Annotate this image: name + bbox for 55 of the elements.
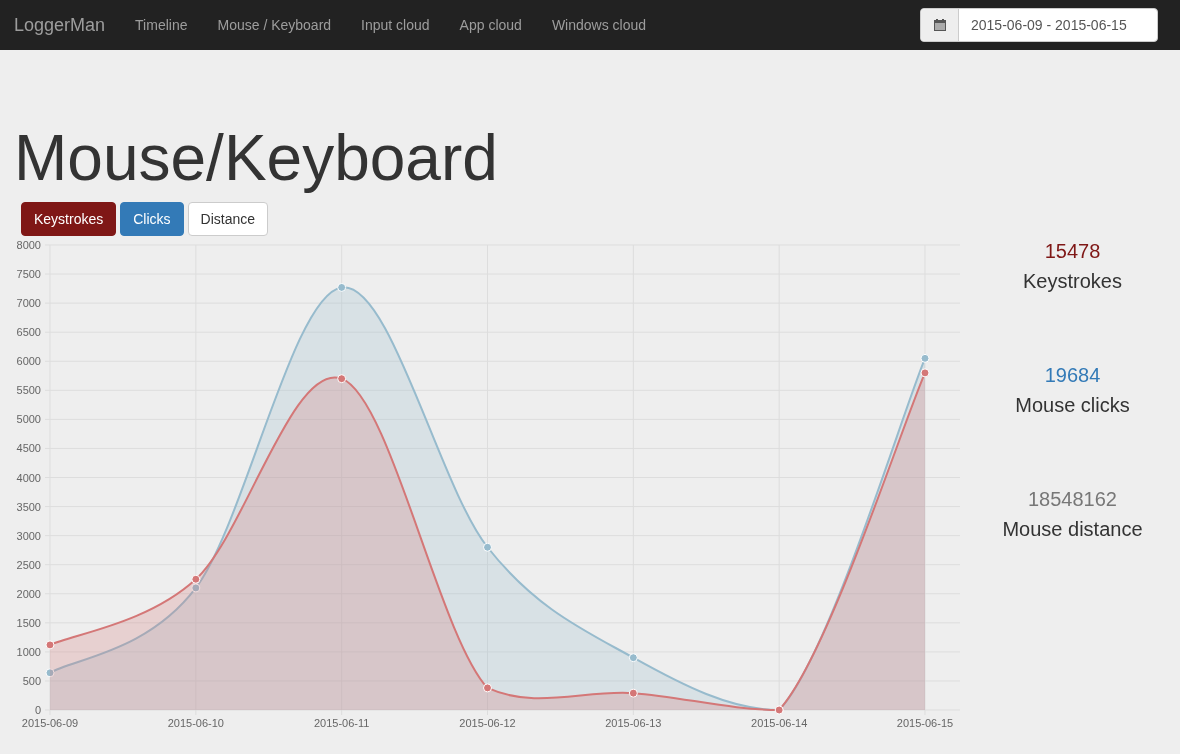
y-tick-label: 500 bbox=[22, 674, 41, 687]
y-tick-label: 6500 bbox=[16, 326, 41, 339]
y-tick-label: 0 bbox=[34, 704, 41, 716]
y-tick-label: 7000 bbox=[16, 297, 41, 310]
nav-link[interactable]: Mouse / Keyboard bbox=[202, 14, 347, 36]
y-tick-label: 4000 bbox=[16, 471, 41, 484]
stat-label: Mouse distance bbox=[1002, 517, 1143, 542]
toggle-button[interactable]: Clicks bbox=[120, 202, 184, 236]
y-tick-label: 2500 bbox=[16, 558, 41, 571]
date-range-field[interactable]: 2015-06-09 - 2015-06-15 bbox=[959, 9, 1157, 41]
y-tick-label: 3000 bbox=[16, 529, 41, 542]
data-point bbox=[483, 542, 492, 552]
data-point bbox=[45, 640, 55, 650]
data-point bbox=[628, 688, 638, 698]
y-tick-label: 3500 bbox=[16, 500, 41, 513]
stat-label: Mouse clicks bbox=[1015, 393, 1130, 418]
data-point bbox=[191, 574, 201, 584]
page-title: Mouse/Keyboard bbox=[14, 121, 499, 196]
x-tick-label: 2015-06-15 bbox=[896, 717, 954, 729]
data-point bbox=[45, 668, 55, 678]
x-tick-label: 2015-06-11 bbox=[313, 717, 370, 729]
y-tick-label: 5500 bbox=[16, 384, 41, 397]
date-range-picker[interactable]: 2015-06-09 - 2015-06-15 bbox=[920, 8, 1158, 42]
data-point bbox=[628, 653, 638, 663]
nav-link[interactable]: App cloud bbox=[444, 14, 537, 36]
nav-link[interactable]: Input cloud bbox=[346, 14, 445, 36]
toggle-button[interactable]: Keystrokes bbox=[21, 202, 117, 236]
stat-value: 19684 bbox=[1044, 363, 1101, 388]
y-tick-label: 8000 bbox=[16, 239, 41, 251]
brand-name[interactable]: LoggerMan bbox=[14, 11, 106, 39]
x-tick-label: 2015-06-10 bbox=[167, 717, 224, 729]
stat-label: Keystrokes bbox=[1023, 269, 1122, 294]
x-tick-label: 2015-06-13 bbox=[605, 717, 662, 729]
data-point bbox=[483, 683, 492, 693]
y-tick-label: 7500 bbox=[16, 268, 41, 281]
y-tick-label: 2000 bbox=[16, 587, 41, 600]
data-point bbox=[337, 374, 347, 384]
stat-value: 18548162 bbox=[1028, 487, 1117, 512]
calendar-icon bbox=[921, 9, 959, 41]
data-point bbox=[337, 282, 347, 292]
y-tick-label: 1500 bbox=[16, 616, 41, 629]
stat-value: 15478 bbox=[1044, 239, 1101, 264]
nav-link[interactable]: Timeline bbox=[120, 14, 203, 36]
x-tick-label: 2015-06-14 bbox=[751, 717, 808, 729]
data-point bbox=[920, 368, 930, 378]
x-tick-label: 2015-06-09 bbox=[21, 717, 79, 729]
y-tick-label: 5000 bbox=[16, 413, 41, 426]
y-tick-label: 6000 bbox=[16, 355, 41, 368]
y-tick-label: 4500 bbox=[16, 442, 41, 455]
x-tick-label: 2015-06-12 bbox=[459, 717, 516, 729]
y-tick-label: 1000 bbox=[16, 645, 41, 658]
nav-link[interactable]: Windows cloud bbox=[536, 14, 662, 36]
data-point bbox=[191, 583, 201, 593]
data-point bbox=[920, 353, 930, 363]
toggle-button[interactable]: Distance bbox=[187, 202, 269, 236]
